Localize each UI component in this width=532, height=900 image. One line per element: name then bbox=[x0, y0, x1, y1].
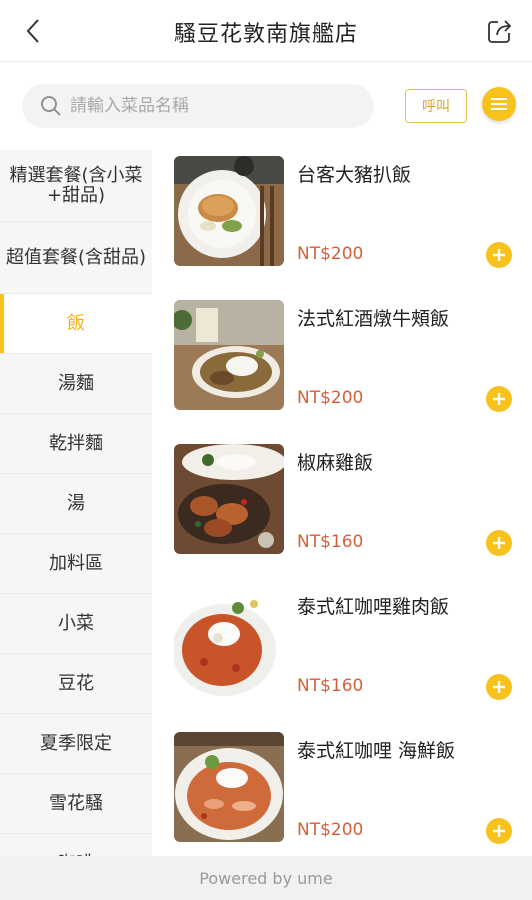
sidebar-item-dry-noodles[interactable]: 乾拌麵 bbox=[0, 414, 152, 474]
sidebar-item-label: 乾拌麵 bbox=[49, 432, 103, 454]
plus-icon bbox=[493, 249, 505, 261]
dish-photo bbox=[174, 444, 284, 554]
menu-item-list: 台客大豬扒飯 NT$200 法式紅酒燉牛頰飯 NT$200 椒麻雞飯 NT$16… bbox=[152, 150, 532, 856]
add-to-cart-button[interactable] bbox=[486, 242, 512, 268]
search-bar[interactable] bbox=[22, 84, 374, 128]
menu-item[interactable]: 台客大豬扒飯 NT$200 bbox=[152, 150, 532, 294]
sidebar-item-label: 湯麵 bbox=[58, 372, 94, 394]
app-header: 騷豆花敦南旗艦店 bbox=[0, 0, 532, 62]
sidebar-item-label: 超值套餐(含甜品) bbox=[5, 246, 147, 268]
sidebar-item-set-meal-deluxe[interactable]: 精選套餐(含小菜+甜品) bbox=[0, 150, 152, 222]
sidebar-item-coffee[interactable]: 咖啡 bbox=[0, 834, 152, 856]
add-to-cart-button[interactable] bbox=[486, 674, 512, 700]
item-price: NT$200 bbox=[297, 820, 364, 840]
item-name: 泰式紅咖哩雞肉飯 bbox=[297, 596, 450, 618]
hamburger-menu-icon bbox=[491, 98, 507, 110]
plus-icon bbox=[493, 825, 505, 837]
share-icon bbox=[488, 20, 512, 43]
dish-photo bbox=[174, 588, 284, 698]
sidebar-item-label: 精選套餐(含小菜+甜品) bbox=[9, 164, 143, 206]
sidebar-item-label: 加料區 bbox=[49, 552, 103, 574]
item-price: NT$200 bbox=[297, 388, 364, 408]
category-sidebar: 精選套餐(含小菜+甜品) 超值套餐(含甜品) 飯 湯麵 乾拌麵 湯 加料區 小菜… bbox=[0, 150, 152, 856]
item-name: 台客大豬扒飯 bbox=[297, 164, 412, 186]
sidebar-item-summer-limited[interactable]: 夏季限定 bbox=[0, 714, 152, 774]
sidebar-item-add-ons[interactable]: 加料區 bbox=[0, 534, 152, 594]
dish-photo bbox=[174, 732, 284, 842]
plus-icon bbox=[493, 393, 505, 405]
powered-by-footer: Powered by ume bbox=[0, 856, 532, 900]
item-price: NT$200 bbox=[297, 244, 364, 264]
plus-icon bbox=[493, 681, 505, 693]
item-name: 泰式紅咖哩 海鮮飯 bbox=[297, 740, 456, 762]
dish-photo bbox=[174, 156, 284, 266]
sidebar-item-label: 夏季限定 bbox=[40, 732, 112, 754]
item-name: 法式紅酒燉牛頰飯 bbox=[297, 308, 450, 330]
menu-item[interactable]: 椒麻雞飯 NT$160 bbox=[152, 438, 532, 582]
add-to-cart-button[interactable] bbox=[486, 530, 512, 556]
page-title: 騷豆花敦南旗艦店 bbox=[173, 22, 358, 47]
menu-item[interactable]: 泰式紅咖哩 海鮮飯 NT$200 bbox=[152, 726, 532, 856]
sidebar-item-label: 小菜 bbox=[58, 612, 94, 634]
sidebar-item-soup-noodles[interactable]: 湯麵 bbox=[0, 354, 152, 414]
call-waiter-button[interactable]: 呼叫 bbox=[405, 89, 467, 123]
sidebar-item-tofu-pudding[interactable]: 豆花 bbox=[0, 654, 152, 714]
add-to-cart-button[interactable] bbox=[486, 818, 512, 844]
plus-icon bbox=[493, 537, 505, 549]
item-name: 椒麻雞飯 bbox=[297, 452, 374, 474]
search-icon bbox=[41, 96, 61, 116]
sidebar-item-label: 雪花騷 bbox=[49, 792, 103, 814]
sidebar-item-label: 湯 bbox=[67, 492, 85, 514]
add-to-cart-button[interactable] bbox=[486, 386, 512, 412]
sidebar-item-side-dishes[interactable]: 小菜 bbox=[0, 594, 152, 654]
item-price: NT$160 bbox=[297, 532, 364, 552]
menu-button[interactable] bbox=[482, 87, 516, 121]
share-button[interactable] bbox=[484, 15, 516, 47]
sidebar-item-label: 飯 bbox=[67, 312, 85, 334]
menu-item[interactable]: 泰式紅咖哩雞肉飯 NT$160 bbox=[152, 582, 532, 726]
sidebar-item-rice[interactable]: 飯 bbox=[0, 294, 152, 354]
sidebar-item-set-meal-value[interactable]: 超值套餐(含甜品) bbox=[0, 222, 152, 294]
sidebar-item-label: 豆花 bbox=[58, 672, 94, 694]
sidebar-item-soup[interactable]: 湯 bbox=[0, 474, 152, 534]
sidebar-item-snow-ice[interactable]: 雪花騷 bbox=[0, 774, 152, 834]
search-row: 呼叫 bbox=[0, 62, 532, 150]
menu-item[interactable]: 法式紅酒燉牛頰飯 NT$200 bbox=[152, 294, 532, 438]
search-input[interactable] bbox=[70, 96, 350, 116]
dish-photo bbox=[174, 300, 284, 410]
item-price: NT$160 bbox=[297, 676, 364, 696]
